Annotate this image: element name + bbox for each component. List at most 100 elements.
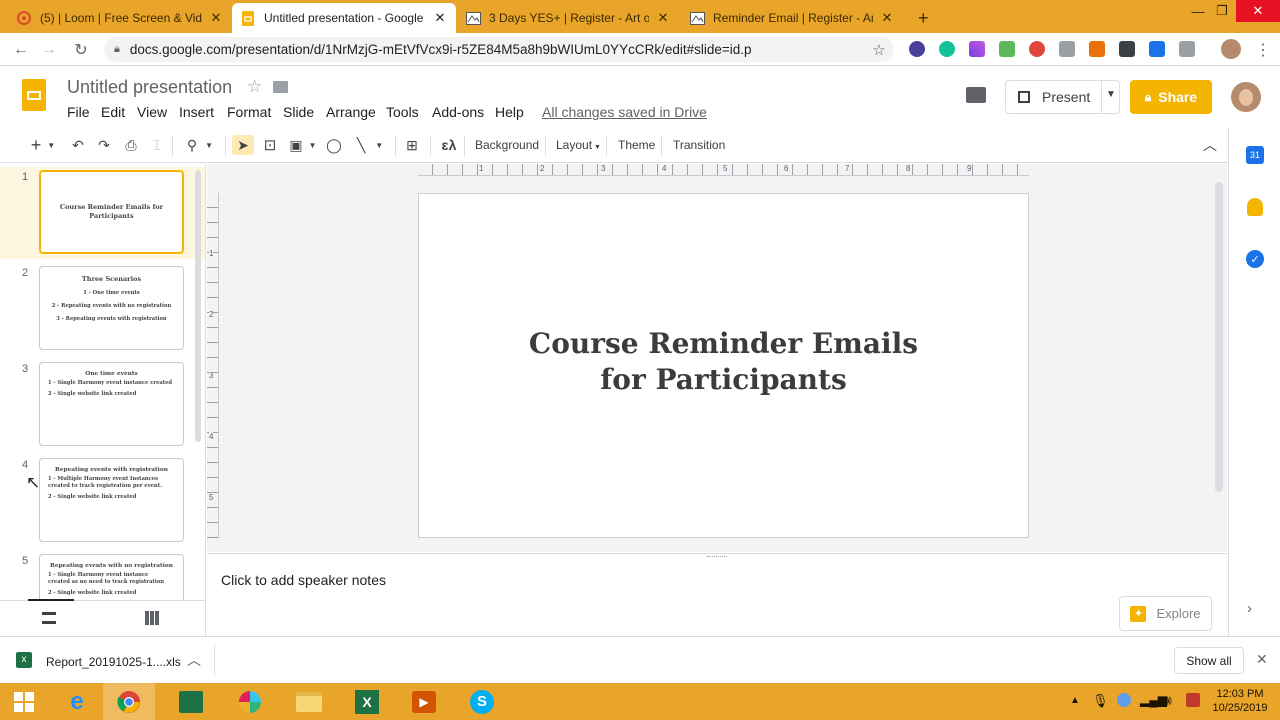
back-arrow-icon[interactable]: ←	[10, 39, 32, 61]
camera-icon[interactable]	[1059, 41, 1075, 57]
volume-icon[interactable]: 🔊︎	[1163, 692, 1172, 709]
speaker-notes[interactable]: Click to add speaker notes ✦ Explore	[207, 553, 1227, 636]
new-tab-button[interactable]: +	[910, 3, 940, 33]
tray-chevron-up-icon[interactable]: ▲	[1070, 695, 1080, 706]
internet-explorer-icon[interactable]: e	[51, 683, 103, 720]
undo-icon[interactable]: ↶	[68, 135, 88, 155]
media-player-icon[interactable]: ▶	[398, 683, 450, 720]
image-icon[interactable]: ▣ ▼	[286, 135, 320, 155]
text-box-icon[interactable]: ⊡	[260, 135, 280, 155]
menu-format[interactable]: Format	[227, 104, 271, 120]
download-extension-icon[interactable]	[1089, 41, 1105, 57]
explore-button[interactable]: ✦ Explore	[1119, 596, 1212, 631]
canvas-scrollbar[interactable]	[1215, 182, 1223, 492]
browser-tab-yes-plus[interactable]: 3 Days YES+ | Register - Art of Li ✕	[457, 3, 679, 33]
filmstrip-view-icon[interactable]	[42, 612, 56, 624]
save-extension-icon[interactable]	[1149, 41, 1165, 57]
close-icon[interactable]: ✕	[208, 10, 224, 26]
chevron-right-icon[interactable]: ›	[1247, 600, 1252, 617]
select-cursor-icon[interactable]: ➤	[232, 135, 254, 155]
folder-icon[interactable]	[273, 81, 288, 93]
menu-insert[interactable]: Insert	[179, 104, 214, 120]
star-icon[interactable]: ☆	[247, 77, 262, 97]
print-icon[interactable]: ⎙	[121, 135, 141, 155]
windows-start-icon[interactable]	[0, 683, 48, 720]
reload-icon[interactable]: ↻	[70, 39, 92, 61]
new-slide-button[interactable]: + ▼	[26, 135, 60, 155]
store-icon[interactable]	[165, 683, 217, 720]
menu-slide[interactable]: Slide	[283, 104, 314, 120]
menu-arrange[interactable]: Arrange	[326, 104, 376, 120]
file-explorer-icon[interactable]	[283, 683, 335, 720]
browser-tab-loom[interactable]: (5) | Loom | Free Screen & Video ✕	[8, 3, 232, 33]
close-icon[interactable]: ✕	[655, 10, 671, 26]
slide-thumbnail-2[interactable]: Three Scenarios 1 - One time events 2 - …	[39, 266, 184, 350]
filmstrip-scrollbar[interactable]	[195, 170, 201, 442]
chevron-down-icon[interactable]: ▼	[1106, 89, 1116, 100]
network-globe-icon[interactable]	[1117, 693, 1131, 707]
download-filename[interactable]: Report_20191025-1....xls	[46, 655, 181, 669]
comment-icon[interactable]	[966, 87, 986, 103]
present-button[interactable]: Present ▼	[1005, 80, 1120, 114]
menu-edit[interactable]: Edit	[101, 104, 125, 120]
profile-avatar[interactable]	[1221, 39, 1241, 59]
grid-view-icon[interactable]	[145, 611, 159, 625]
shape-icon[interactable]: ◯	[324, 135, 344, 155]
grammarly-icon[interactable]	[939, 41, 955, 57]
forward-arrow-icon[interactable]: →	[38, 39, 60, 61]
input-tools-icon[interactable]: ɛλ	[438, 135, 460, 155]
save-status[interactable]: All changes saved in Drive	[542, 104, 707, 120]
add-comment-icon[interactable]: ⊞	[402, 135, 422, 155]
menu-file[interactable]: File	[67, 104, 90, 120]
slide-thumbnail-1[interactable]: Course Reminder Emails for Participants	[39, 170, 184, 254]
notification-icon[interactable]	[1186, 693, 1200, 707]
slide-thumbnail-5[interactable]: Repeating events with no registration 1 …	[39, 554, 184, 601]
zoom-icon[interactable]: ⚲ ▼	[183, 135, 217, 155]
show-all-button[interactable]: Show all	[1174, 647, 1244, 674]
close-icon[interactable]: ✕	[879, 10, 895, 26]
paint-format-icon[interactable]: ⌶	[147, 135, 167, 155]
resize-handle[interactable]	[707, 556, 727, 559]
extension-icon[interactable]	[999, 41, 1015, 57]
extension-icon[interactable]	[1119, 41, 1135, 57]
chevron-up-icon[interactable]: ︿	[1200, 135, 1220, 155]
menu-view[interactable]: View	[137, 104, 167, 120]
slide-thumbnail-4[interactable]: Repeating events with registration 1 - M…	[39, 458, 184, 542]
keep-icon[interactable]	[1247, 198, 1263, 216]
redo-icon[interactable]: ↷	[94, 135, 114, 155]
close-icon[interactable]: ✕	[1256, 651, 1268, 668]
slide-thumbnail-3[interactable]: One time events 1 - Single Harmony event…	[39, 362, 184, 446]
extension-icon[interactable]	[1179, 41, 1195, 57]
calendar-icon[interactable]: 31	[1246, 146, 1264, 164]
current-slide[interactable]: Course Reminder Emails for Participants	[418, 193, 1029, 538]
share-button[interactable]: 🔒︎ Share	[1130, 80, 1212, 114]
slide-title[interactable]: Course Reminder Emails for Participants	[419, 326, 1028, 398]
slides-logo-icon[interactable]	[22, 79, 46, 111]
extension-icon[interactable]	[909, 41, 925, 57]
chrome-icon[interactable]	[103, 683, 155, 720]
pen-extension-icon[interactable]	[969, 41, 985, 57]
bookmark-star-icon[interactable]: ☆	[868, 39, 890, 61]
background-button[interactable]: Background	[475, 138, 539, 152]
theme-button[interactable]: Theme	[618, 138, 655, 152]
close-window-button[interactable]: ✕	[1236, 0, 1280, 22]
menu-tools[interactable]: Tools	[386, 104, 419, 120]
extension-icon[interactable]	[1029, 41, 1045, 57]
menu-add-ons[interactable]: Add-ons	[432, 104, 484, 120]
transition-button[interactable]: Transition	[673, 138, 725, 152]
system-clock[interactable]: 12:03 PM 10/25/2019	[1210, 687, 1270, 715]
document-title[interactable]: Untitled presentation	[67, 77, 232, 98]
close-icon[interactable]: ✕	[432, 10, 448, 26]
user-avatar[interactable]	[1231, 82, 1261, 112]
chevron-up-icon[interactable]: ︿	[187, 650, 201, 670]
microphone-icon[interactable]: 🎙︎	[1092, 693, 1109, 709]
layout-button[interactable]: Layout ▼	[556, 138, 601, 152]
more-vert-icon[interactable]: ⋮	[1252, 39, 1274, 61]
browser-tab-slides[interactable]: Untitled presentation - Google Sl ✕	[232, 3, 456, 33]
slack-icon[interactable]	[224, 683, 276, 720]
browser-tab-reminder-email[interactable]: Reminder Email | Register - Art of ✕	[681, 3, 903, 33]
excel-icon[interactable]: X	[341, 683, 393, 720]
menu-help[interactable]: Help	[495, 104, 524, 120]
url-bar[interactable]: 🔒︎ docs.google.com/presentation/d/1NrMzj…	[104, 37, 894, 62]
speaker-notes-placeholder[interactable]: Click to add speaker notes	[221, 572, 386, 588]
